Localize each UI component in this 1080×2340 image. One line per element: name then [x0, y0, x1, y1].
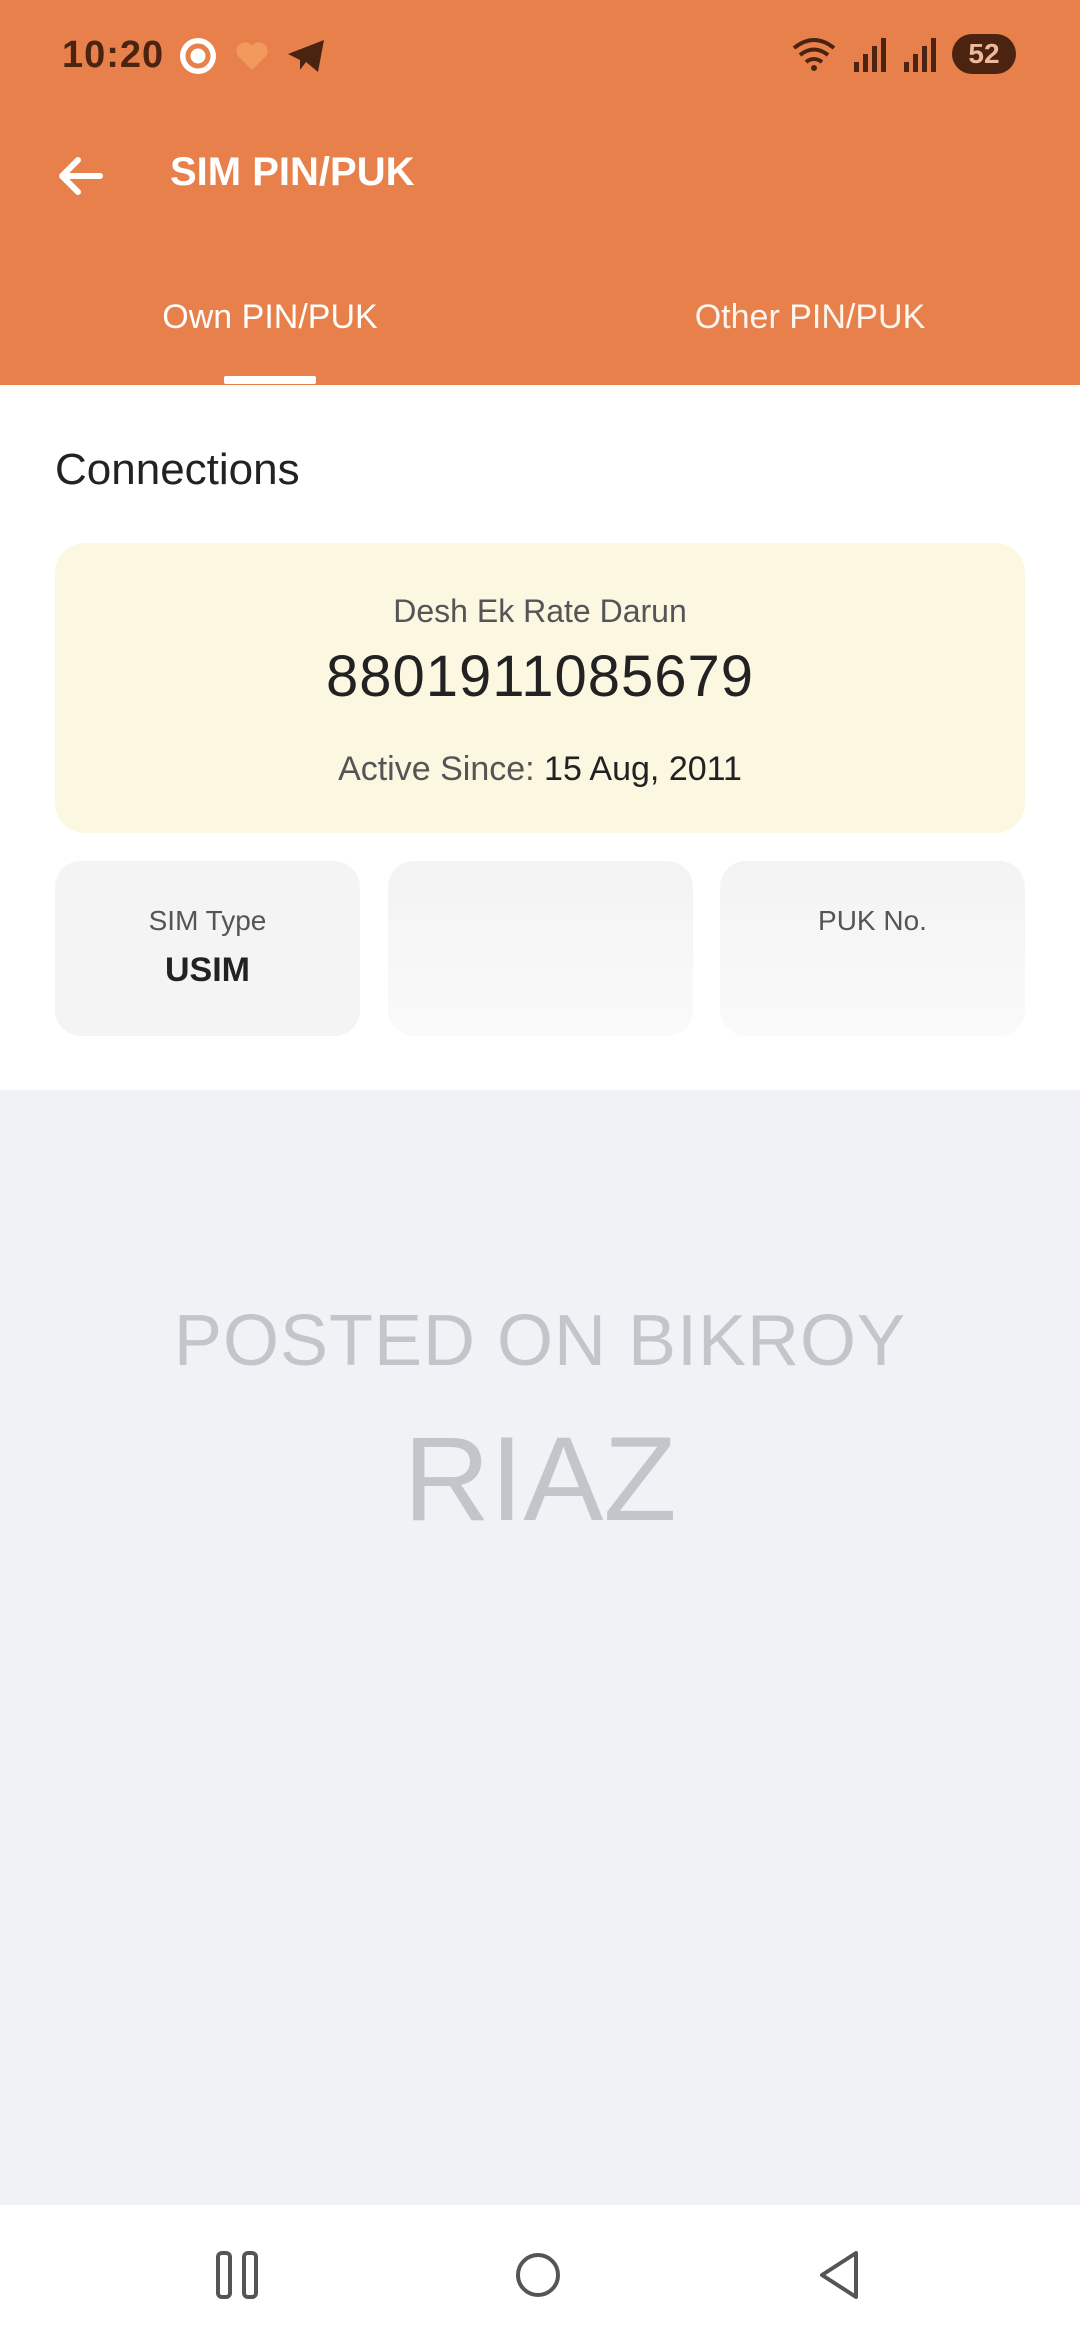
signal-icon [854, 38, 886, 72]
connection-card[interactable]: Desh Ek Rate Darun 8801911085679 Active … [55, 543, 1025, 833]
sim-type-value: USIM [165, 951, 250, 989]
arrow-left-icon[interactable] [52, 146, 112, 206]
tab-bar: Own PIN/PUK Other PIN/PUK [0, 280, 1080, 385]
bikroy-app-icon [180, 38, 216, 74]
system-nav-bar [0, 2205, 1080, 2340]
watermark-line2: RIAZ [403, 1412, 677, 1546]
sim-type-label: SIM Type [148, 905, 267, 936]
wifi-icon [792, 38, 836, 71]
signal-icon [904, 38, 936, 72]
tab-indicator [224, 376, 316, 384]
status-bar: 10:20 52 [0, 0, 1080, 120]
phone-number: 8801911085679 [325, 644, 755, 709]
tab-other-pin-puk[interactable]: Other PIN/PUK [540, 298, 1080, 337]
puk-card: PUK No. [720, 861, 1025, 1036]
back-icon[interactable] [810, 2245, 870, 2305]
status-time: 10:20 [62, 34, 165, 76]
tab-own-pin-puk[interactable]: Own PIN/PUK [0, 298, 540, 337]
pin-card [388, 861, 693, 1036]
page-title: SIM PIN/PUK [170, 150, 415, 194]
section-title: Connections [55, 445, 300, 494]
puk-label: PUK No. [818, 905, 927, 936]
app-bar: 10:20 52 SIM PIN/PUK Own PIN/PUK Other P… [0, 0, 1080, 385]
plan-name: Desh Ek Rate Darun [393, 593, 687, 629]
telegram-icon [288, 40, 324, 72]
home-icon[interactable] [508, 2245, 568, 2305]
active-since: Active Since: 15 Aug, 2011 [55, 750, 1025, 789]
active-since-date: 15 Aug, 2011 [544, 750, 742, 788]
heart-icon [236, 42, 268, 70]
sim-type-card: SIM Type USIM [55, 861, 360, 1036]
active-since-label: Active Since: [338, 750, 535, 788]
battery-indicator: 52 [952, 34, 1016, 74]
recents-icon[interactable] [208, 2245, 268, 2305]
system-icons: 52 [790, 34, 1016, 74]
toolbar: SIM PIN/PUK [0, 120, 1080, 230]
notification-icons [178, 36, 328, 76]
connections-section: Connections Desh Ek Rate Darun 880191108… [0, 385, 1080, 1090]
watermark-line1: POSTED ON BIKROY [173, 1301, 907, 1381]
